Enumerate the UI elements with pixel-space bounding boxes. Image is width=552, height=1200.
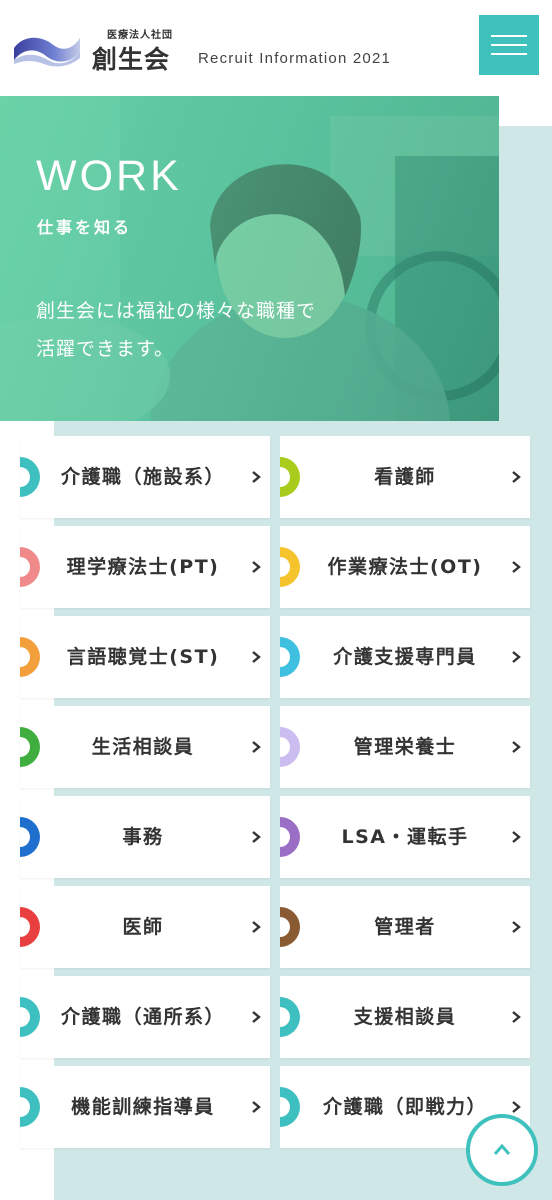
chevron-right-icon — [512, 1011, 521, 1023]
job-item-ishi[interactable]: 医師 — [20, 886, 270, 968]
job-item-pt[interactable]: 理学療法士(PT) — [20, 526, 270, 608]
job-item-kangoshi[interactable]: 看護師 — [280, 436, 530, 518]
job-item-kaigo-tsusho[interactable]: 介護職（通所系） — [20, 976, 270, 1058]
circle-icon — [20, 727, 40, 767]
job-item-lsa[interactable]: LSA・運転手 — [280, 796, 530, 878]
job-item-shien-soudan[interactable]: 支援相談員 — [280, 976, 530, 1058]
job-item-kanrisha[interactable]: 管理者 — [280, 886, 530, 968]
circle-icon — [20, 997, 40, 1037]
circle-icon — [280, 1087, 300, 1127]
circle-icon — [20, 547, 40, 587]
job-item-kaigo-shisetsu[interactable]: 介護職（施設系） — [20, 436, 270, 518]
chevron-right-icon — [512, 741, 521, 753]
job-item-seikatsu-soudan[interactable]: 生活相談員 — [20, 706, 270, 788]
circle-icon — [20, 1087, 40, 1127]
chevron-right-icon — [252, 831, 261, 843]
circle-icon — [280, 637, 300, 677]
circle-icon — [20, 907, 40, 947]
chevron-right-icon — [512, 921, 521, 933]
scroll-to-top-button[interactable] — [466, 1114, 538, 1186]
circle-icon — [280, 997, 300, 1037]
org-name[interactable]: 創生会 — [92, 40, 170, 76]
circle-icon — [20, 637, 40, 677]
org-type-label: 医療法人社団 — [107, 30, 173, 41]
chevron-right-icon — [252, 561, 261, 573]
chevron-right-icon — [252, 1101, 261, 1113]
chevron-right-icon — [252, 1011, 261, 1023]
logo-icon[interactable] — [12, 26, 82, 68]
chevron-right-icon — [252, 741, 261, 753]
job-item-st[interactable]: 言語聴覚士(ST) — [20, 616, 270, 698]
chevron-right-icon — [512, 831, 521, 843]
hero-title: WORK — [36, 152, 182, 200]
job-item-eiyoushi[interactable]: 管理栄養士 — [280, 706, 530, 788]
chevron-right-icon — [512, 651, 521, 663]
circle-icon — [280, 907, 300, 947]
chevron-right-icon — [252, 921, 261, 933]
chevron-right-icon — [512, 561, 521, 573]
circle-icon — [20, 457, 40, 497]
circle-icon — [280, 547, 300, 587]
chevron-right-icon — [512, 471, 521, 483]
job-item-jimu[interactable]: 事務 — [20, 796, 270, 878]
chevron-up-icon — [493, 1143, 511, 1155]
hero-subtitle: 仕事を知る — [37, 218, 133, 237]
circle-icon — [280, 727, 300, 767]
job-item-care-manager[interactable]: 介護支援専門員 — [280, 616, 530, 698]
job-item-kinou-kunren[interactable]: 機能訓練指導員 — [20, 1066, 270, 1148]
chevron-right-icon — [252, 651, 261, 663]
circle-icon — [280, 457, 300, 497]
job-item-ot[interactable]: 作業療法士(OT) — [280, 526, 530, 608]
chevron-right-icon — [512, 1101, 521, 1113]
chevron-right-icon — [252, 471, 261, 483]
circle-icon — [20, 817, 40, 857]
circle-icon — [280, 817, 300, 857]
